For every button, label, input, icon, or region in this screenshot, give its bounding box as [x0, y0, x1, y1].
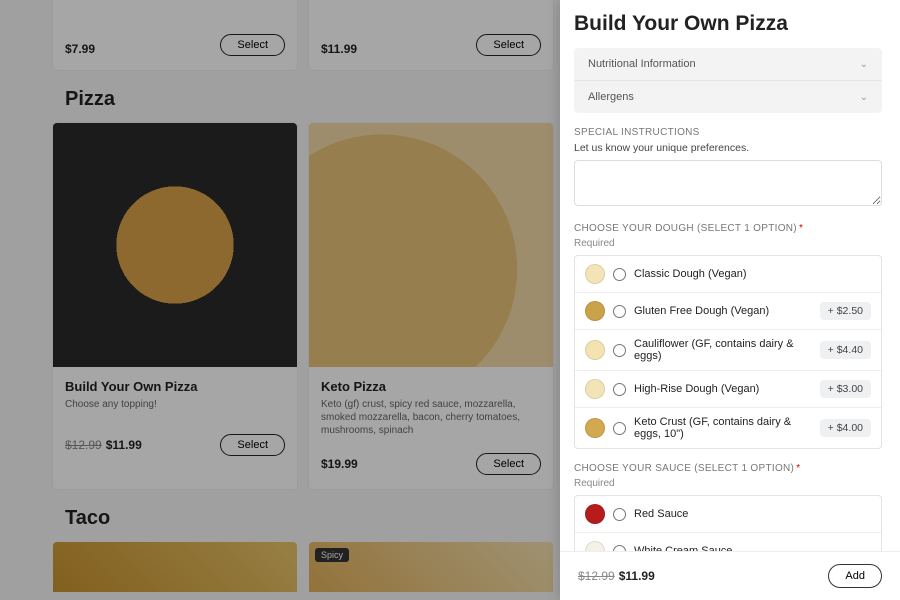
accordion-nutrition[interactable]: Nutritional Information ⌄: [574, 48, 882, 81]
price: $19.99: [321, 457, 358, 471]
card-description: Keto (gf) crust, spicy red sauce, mozzar…: [321, 398, 541, 437]
menu-card-stub: $7.99 Select: [53, 0, 297, 70]
panel-title: Build Your Own Pizza: [574, 12, 882, 36]
panel-scroll[interactable]: Build Your Own Pizza Nutritional Informa…: [560, 0, 900, 551]
color-swatch: [585, 264, 605, 284]
option-row[interactable]: Cauliflower (GF, contains dairy & eggs) +…: [575, 330, 881, 371]
spicy-badge: Spicy: [315, 548, 349, 562]
color-swatch: [585, 379, 605, 399]
add-button[interactable]: Add: [828, 564, 882, 588]
build-pizza-panel: Build Your Own Pizza Nutritional Informa…: [560, 0, 900, 600]
select-button[interactable]: Select: [476, 34, 541, 56]
option-radio[interactable]: [613, 422, 626, 435]
required-label: Required: [574, 238, 882, 249]
option-row[interactable]: Classic Dough (Vegan): [575, 256, 881, 293]
taco-image: [53, 542, 297, 592]
option-price: + $2.50: [820, 302, 871, 320]
option-label: Keto Crust (GF, contains dairy & eggs, 1…: [634, 416, 812, 440]
option-row[interactable]: High-Rise Dough (Vegan) + $3.00: [575, 371, 881, 408]
option-radio[interactable]: [613, 344, 626, 357]
option-radio[interactable]: [613, 268, 626, 281]
menu-card[interactable]: Build Your Own Pizza Choose any topping!…: [53, 123, 297, 489]
option-row[interactable]: Keto Crust (GF, contains dairy & eggs, 1…: [575, 408, 881, 448]
menu-card[interactable]: [53, 542, 297, 592]
option-label: Cauliflower (GF, contains dairy & eggs): [634, 338, 812, 362]
panel-footer: $12.99$11.99 Add: [560, 551, 900, 600]
info-accordion: Nutritional Information ⌄ Allergens ⌄: [574, 48, 882, 113]
option-radio[interactable]: [613, 383, 626, 396]
special-instructions-heading: SPECIAL INSTRUCTIONS: [574, 127, 882, 138]
taco-image: Spicy: [309, 542, 553, 592]
color-swatch: [585, 541, 605, 551]
price: $7.99: [65, 42, 95, 56]
price: $12.99$11.99: [65, 438, 142, 452]
option-price: + $4.40: [820, 341, 871, 359]
select-button[interactable]: Select: [220, 34, 285, 56]
option-radio[interactable]: [613, 305, 626, 318]
special-instructions-input[interactable]: [574, 160, 882, 206]
option-row[interactable]: Red Sauce: [575, 496, 881, 533]
option-row[interactable]: Gluten Free Dough (Vegan) + $2.50: [575, 293, 881, 330]
menu-card[interactable]: Keto Pizza Keto (gf) crust, spicy red sa…: [309, 123, 553, 489]
card-title: Keto Pizza: [321, 379, 541, 394]
color-swatch: [585, 504, 605, 524]
dough-options: Classic Dough (Vegan) Gluten Free Dough (…: [574, 255, 882, 449]
card-description: Choose any topping!: [65, 398, 285, 418]
option-price: + $4.00: [820, 419, 871, 437]
pizza-image: [53, 123, 297, 367]
required-label: Required: [574, 478, 882, 489]
option-label: Classic Dough (Vegan): [634, 268, 871, 280]
option-radio[interactable]: [613, 508, 626, 521]
option-label: Red Sauce: [634, 508, 871, 520]
footer-price: $12.99$11.99: [578, 569, 655, 583]
dough-heading: CHOOSE YOUR DOUGH (Select 1 option)*: [574, 223, 882, 234]
option-price: + $3.00: [820, 380, 871, 398]
color-swatch: [585, 301, 605, 321]
sauce-heading: CHOOSE YOUR SAUCE (Select 1 option)*: [574, 463, 882, 474]
chevron-down-icon: ⌄: [860, 92, 868, 103]
pizza-image: [309, 123, 553, 367]
option-label: High-Rise Dough (Vegan): [634, 383, 812, 395]
color-swatch: [585, 340, 605, 360]
chevron-down-icon: ⌄: [860, 59, 868, 70]
select-button[interactable]: Select: [476, 453, 541, 475]
special-instructions-sub: Let us know your unique preferences.: [574, 142, 882, 154]
option-row[interactable]: White Cream Sauce: [575, 533, 881, 551]
accordion-allergens[interactable]: Allergens ⌄: [574, 81, 882, 113]
color-swatch: [585, 418, 605, 438]
sauce-options: Red SauceWhite Cream SauceSpicy Red Sauc…: [574, 495, 882, 551]
price: $11.99: [321, 42, 357, 56]
menu-card-stub: $11.99 Select: [309, 0, 553, 70]
menu-card[interactable]: Spicy: [309, 542, 553, 592]
select-button[interactable]: Select: [220, 434, 285, 456]
option-label: Gluten Free Dough (Vegan): [634, 305, 812, 317]
card-title: Build Your Own Pizza: [65, 379, 285, 394]
